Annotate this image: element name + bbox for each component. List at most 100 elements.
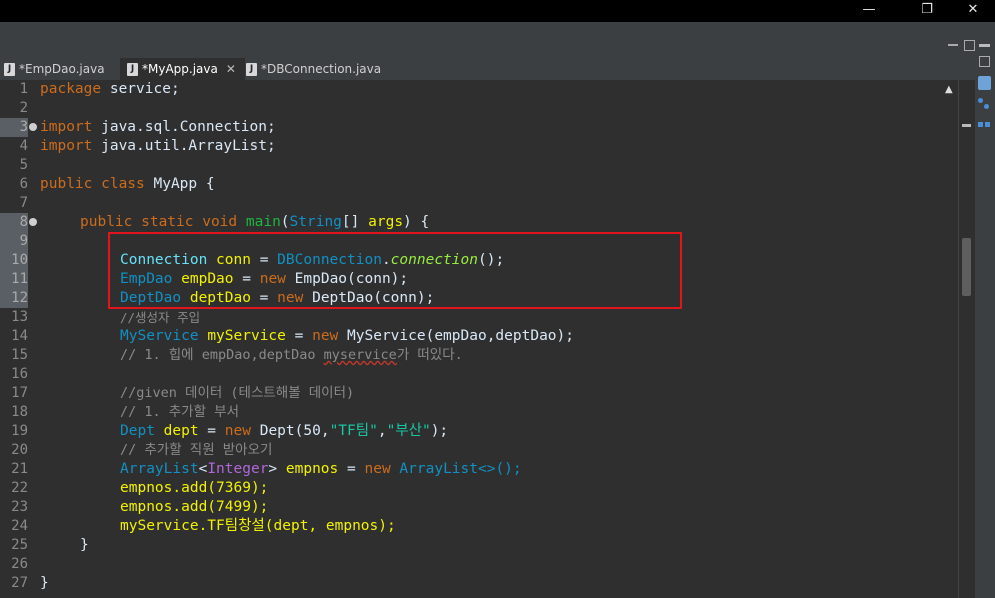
tab-dbconnection[interactable]: J *DBConnection.java (246, 58, 386, 80)
hierarchy-view-icon[interactable] (978, 98, 991, 111)
code-line-27: } (40, 575, 49, 591)
keyword: package (40, 81, 102, 97)
code-line-21: ArrayList<Integer> empnos = new ArrayLis… (120, 460, 522, 479)
parameter: args (368, 214, 404, 230)
line-number: 17 (11, 385, 28, 401)
line-number: 2 (19, 100, 28, 116)
code-comment: // 추가할 직원 받아오기 (120, 442, 273, 458)
code-line-8: public static void main(String[] args) { (80, 213, 429, 232)
code-line-6: public class MyApp { (40, 175, 215, 194)
line-number: 5 (19, 157, 28, 173)
outline-view-icon[interactable] (978, 76, 991, 90)
restore-view-icon[interactable] (979, 56, 990, 67)
line-number: 10 (0, 251, 28, 270)
line-number: 20 (11, 442, 28, 458)
code-text: ( (280, 214, 290, 230)
string-literal: "부산" (386, 423, 431, 439)
line-number: 9 (0, 232, 28, 251)
line-number: 27 (11, 575, 28, 591)
tab-empdao[interactable]: J *EmpDao.java (4, 58, 116, 80)
tab-label: *EmpDao.java (19, 62, 105, 76)
keyword: new (364, 461, 391, 477)
line-number: 15 (11, 347, 28, 363)
code-text: java.util.ArrayList; (92, 138, 276, 154)
code-text: [] (341, 214, 369, 230)
line-number: 7 (19, 195, 28, 211)
line-number: 19 (11, 423, 28, 439)
code-text: , (377, 423, 387, 439)
close-icon[interactable]: ✕ (226, 62, 236, 76)
code-text: < (198, 461, 208, 477)
fold-toggle-icon[interactable] (29, 218, 37, 226)
java-file-icon: J (4, 62, 15, 76)
line-number: 1 (19, 81, 28, 97)
code-text: ) { (403, 214, 430, 230)
code-comment: // 1. 추가할 부서 (120, 404, 239, 420)
type-name: Dept (120, 423, 155, 439)
code-text: service; (101, 81, 180, 97)
type-name: String (289, 214, 342, 230)
line-number: 24 (11, 518, 28, 534)
highlight-box (108, 232, 682, 309)
scroll-up-icon[interactable]: ▲ (945, 84, 953, 95)
code-text: = (338, 461, 365, 477)
fold-toggle-icon[interactable] (29, 123, 37, 131)
tasks-view-icon[interactable] (978, 122, 991, 129)
view-minmax-controls[interactable] (948, 40, 976, 56)
java-file-icon: J (127, 62, 138, 76)
code-comment: // 1. 힙에 empDao,deptDao myservice가 떠있다. (120, 346, 463, 365)
line-number: 22 (11, 480, 28, 496)
keyword: new (312, 328, 339, 344)
vertical-scrollbar[interactable]: ▲ (943, 80, 958, 598)
overview-ruler (958, 80, 976, 598)
line-number: 25 (11, 537, 28, 553)
minimize-icon[interactable]: — (846, 0, 892, 22)
scrollbar-thumb[interactable] (962, 238, 971, 296)
code-text: Dept(50, (250, 423, 330, 439)
line-number: 4 (19, 138, 28, 154)
code-line-23: empnos.add(7499); (120, 499, 269, 515)
keyword: public static void (80, 214, 238, 230)
code-text: java.sql.Connection; (92, 119, 276, 135)
line-number: 6 (19, 176, 28, 192)
code-line-3: import java.sql.Connection; (40, 118, 276, 137)
code-comment: //given 데이터 (테스트해볼 데이터) (120, 385, 355, 401)
minimize-view-icon[interactable] (979, 44, 990, 47)
type-name: Integer (207, 461, 269, 477)
code-line-14: MyService myService = new MyService(empD… (120, 327, 574, 346)
keyword: public class (40, 176, 145, 192)
line-number: 12 (0, 289, 28, 308)
code-comment: //생성자 주입 (120, 310, 201, 325)
tab-label: *MyApp.java (142, 62, 218, 76)
code-line-22: empnos.add(7369); (120, 480, 269, 496)
type-name: MyService (120, 328, 199, 344)
editor-tab-bar: J *EmpDao.java J *MyApp.java ✕ J *DBConn… (0, 56, 975, 81)
keyword: import (40, 138, 93, 154)
close-window-icon[interactable]: ✕ (950, 0, 995, 22)
java-file-icon: J (246, 62, 257, 76)
code-text: ); (430, 423, 449, 439)
variable: myService (207, 328, 286, 344)
line-number: 8 (0, 213, 28, 232)
line-number: 13 (11, 309, 28, 325)
ruler-marker (962, 124, 971, 127)
code-text: > (268, 461, 286, 477)
restore-icon[interactable]: ❐ (904, 0, 950, 22)
line-number: 14 (11, 328, 28, 344)
code-line-1: package service; (40, 80, 180, 99)
variable: dept (163, 423, 199, 439)
line-number: 23 (11, 499, 28, 515)
line-number: 26 (11, 556, 28, 572)
misspelled-word[interactable]: myservice (324, 347, 397, 363)
toolbar-area (0, 22, 995, 56)
code-text: MyService(empDao,deptDao); (338, 328, 574, 344)
tab-myapp[interactable]: J *MyApp.java ✕ (120, 58, 245, 80)
window-title-bar: — ❐ ✕ (0, 0, 995, 22)
right-side-panel (975, 40, 995, 598)
method-name: main (245, 214, 281, 230)
code-editor[interactable]: 1 2 3 4 5 6 7 8 9 10 11 12 13 14 15 16 1… (0, 80, 943, 598)
code-text: ArrayList<>(); (390, 461, 522, 477)
type-name: ArrayList (120, 461, 199, 477)
code-text: = (198, 423, 225, 439)
line-number: 21 (11, 461, 28, 477)
